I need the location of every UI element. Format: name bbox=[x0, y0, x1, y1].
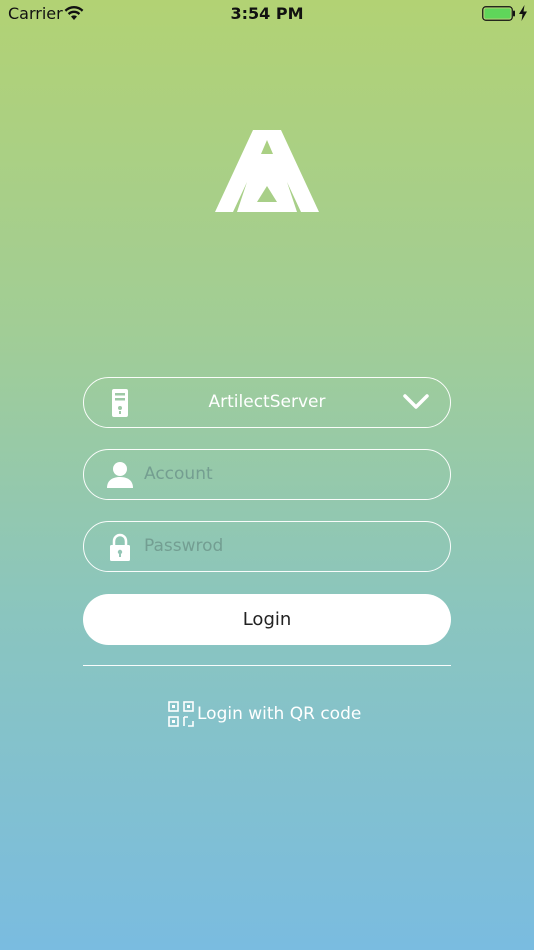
qr-login-link[interactable]: Login with QR code bbox=[168, 700, 361, 728]
qr-login-label: Login with QR code bbox=[197, 704, 362, 724]
qr-code-icon bbox=[168, 701, 194, 727]
password-input[interactable] bbox=[144, 530, 424, 562]
status-bar: Carrier 3:54 PM bbox=[0, 0, 534, 28]
divider bbox=[83, 665, 451, 666]
server-selector[interactable]: ArtilectServer bbox=[83, 377, 451, 428]
server-name: ArtilectServer bbox=[208, 392, 326, 412]
chevron-down-icon[interactable] bbox=[402, 393, 430, 411]
battery-icon bbox=[482, 6, 515, 21]
user-icon bbox=[107, 462, 133, 488]
login-button[interactable]: Login bbox=[83, 594, 451, 645]
app-logo bbox=[215, 130, 319, 212]
password-field[interactable] bbox=[83, 521, 451, 572]
account-field[interactable] bbox=[83, 449, 451, 500]
account-input[interactable] bbox=[144, 458, 424, 490]
charging-icon bbox=[519, 5, 527, 21]
status-time: 3:54 PM bbox=[230, 4, 304, 23]
lock-icon bbox=[110, 533, 130, 561]
